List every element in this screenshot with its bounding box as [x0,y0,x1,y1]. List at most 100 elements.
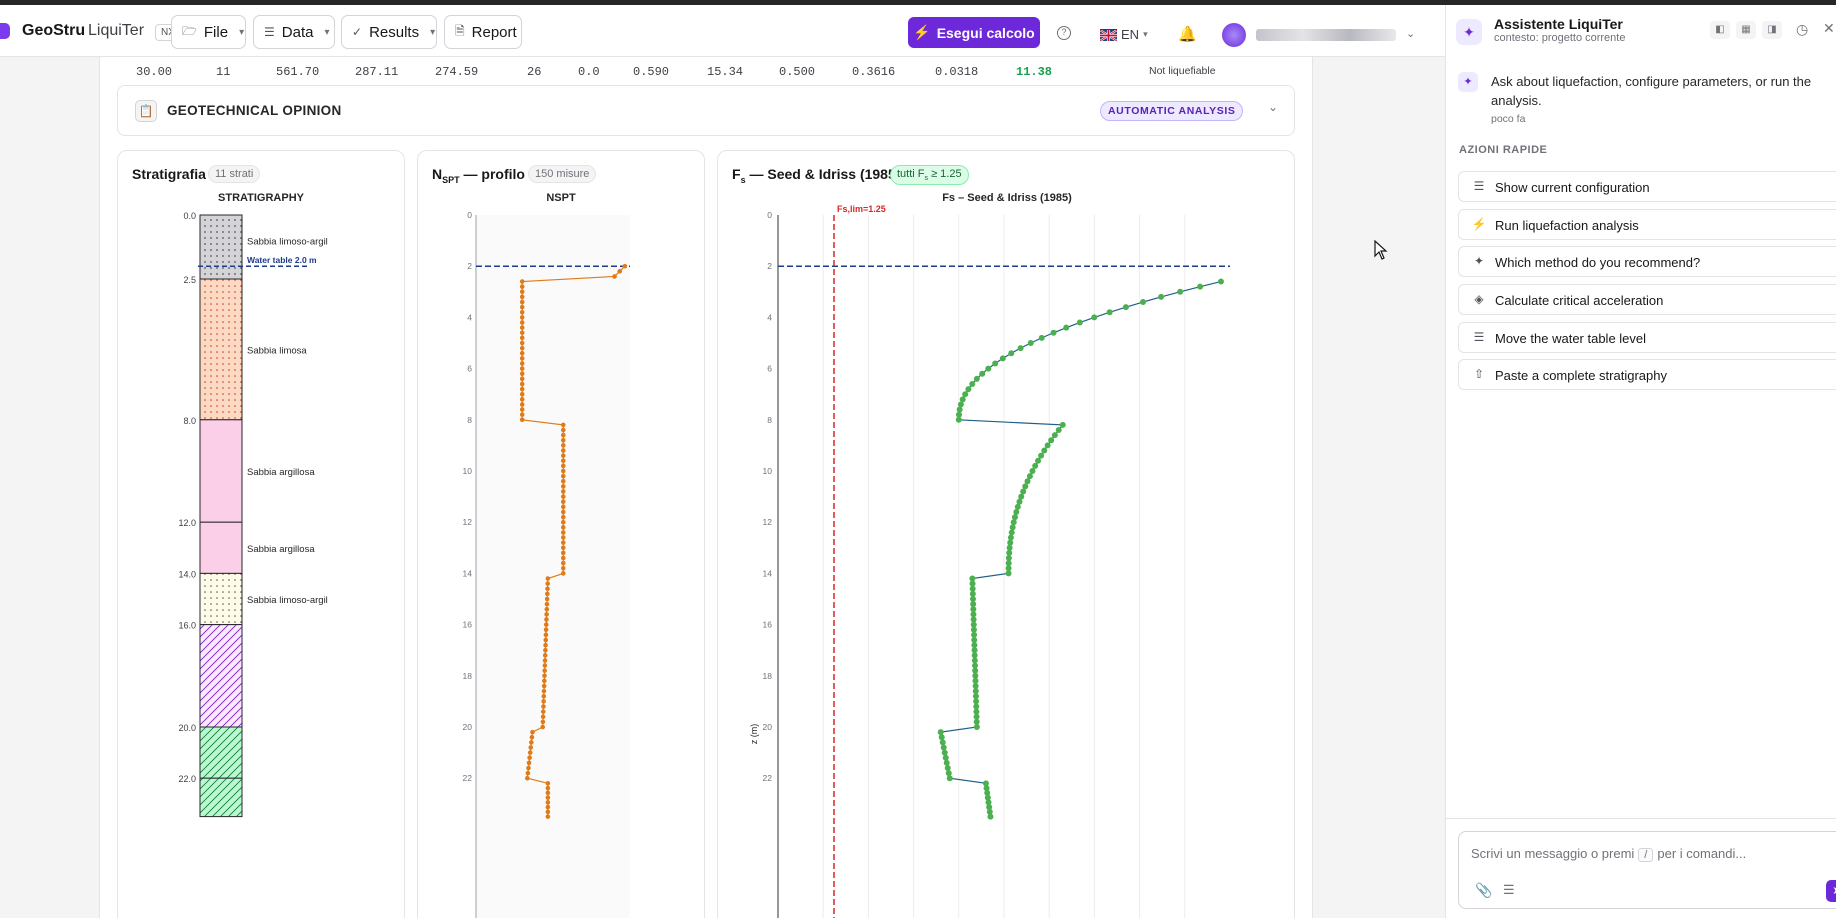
fs-y-tick-label: 12 [763,517,773,527]
nspt-point [525,770,531,776]
status-text: Not liquefiable [1149,65,1216,77]
bell-icon[interactable]: 🔔 [1178,25,1197,43]
avatar[interactable] [1222,23,1246,47]
fs-y-axis-label: z (m) [749,724,759,745]
nspt-point [560,422,566,428]
quick-action-show-configuration[interactable]: ☰ Show current configuration › [1458,171,1836,202]
nspt-point [542,673,547,679]
report-label: Report [471,23,517,41]
quick-action-paste-stratigraphy[interactable]: ⇧ Paste a complete stratigraphy › [1458,359,1836,390]
quick-action-label: Paste a complete stratigraphy [1495,368,1667,383]
strat-depth-label: 14.0 [178,569,196,579]
nspt-y-tick-label: 8 [467,415,472,425]
nspt-point [519,397,525,402]
composer-divider [1446,818,1836,819]
nspt-y-tick-label: 10 [463,466,473,476]
fs-point [972,693,979,700]
nspt-point [541,688,547,694]
nspt-point [560,432,566,438]
fs-point [973,703,980,710]
nspt-point [519,320,525,325]
fs-limit-label: Fs,lim=1.25 [837,204,886,214]
layout-right-icon[interactable]: ◨ [1762,21,1782,39]
nspt-point [519,284,525,289]
history-icon[interactable]: ◷ [1796,21,1808,38]
quick-action-critical-acceleration[interactable]: ◈ Calculate critical acceleration › [1458,284,1836,315]
fs-point [970,601,977,608]
table-cell: 0.0318 [935,65,979,79]
help-icon[interactable]: ? [1057,26,1071,40]
quick-action-label: Run liquefaction analysis [1495,218,1639,233]
strat-layer-label: Sabbia argillosa [247,544,315,555]
fs-point [972,667,979,674]
fs-point [970,616,977,623]
nspt-point [519,417,525,423]
table-cell-fs: 11.38 [1016,65,1053,79]
fs-point [972,688,979,695]
data-menu-button[interactable]: ☰ Data ▾ [253,15,335,49]
fs-point [965,386,972,393]
nspt-point [519,335,525,341]
nspt-point [519,289,525,295]
quick-action-label: Calculate critical acceleration [1495,293,1664,308]
nspt-point [527,750,533,755]
results-menu-button[interactable]: ✓ Results ▾ [341,15,437,49]
layout-table-icon[interactable]: ▦ [1736,21,1756,39]
nspt-point [545,785,551,791]
geotechnical-opinion-section[interactable]: 📋 GEOTECHNICAL OPINION AUTOMATIC ANALYSI… [117,85,1295,136]
quick-action-run-analysis[interactable]: ⚡ Run liquefaction analysis › [1458,209,1836,240]
logo-icon [0,23,10,39]
strat-layer-label: Sabbia limoso-argil [247,595,328,606]
quick-action-recommend-method[interactable]: ✦ Which method do you recommend? › [1458,246,1836,277]
run-calculation-button[interactable]: ⚡ Esegui calcolo [908,17,1040,48]
fs-y-tick-label: 22 [763,773,773,783]
report-button[interactable]: 🗎 Report [444,15,522,49]
sparkle-icon: ✦ [1473,254,1485,268]
table-cell: 0.3616 [852,65,896,79]
document-icon: 🗎 [455,23,465,38]
nspt-point [530,729,535,735]
nspt-point [560,473,566,479]
fs-point [957,401,964,408]
table-cell: 30.00 [136,65,173,79]
fs-panel: Fs — Seed & Idriss (1985) tutti Fs ≥ 1.2… [717,150,1295,918]
nspt-point [560,525,566,530]
nspt-point [519,376,525,382]
chevron-down-icon[interactable]: ⌄ [1268,100,1278,114]
chevron-down-icon[interactable]: ⌄ [1406,27,1415,40]
fs-point [956,406,963,413]
layers-icon[interactable]: ☰ [1503,882,1515,898]
message-composer[interactable]: Scrivi un messaggio o premi / per i comand… [1458,831,1836,909]
nspt-point [560,463,566,469]
fs-point [946,775,953,782]
fs-point [1076,319,1083,326]
close-icon[interactable]: ✕ [1823,20,1835,37]
user-name-blurred[interactable] [1256,29,1396,41]
language-selector[interactable]: EN ▾ [1099,27,1148,42]
quick-action-label: Which method do you recommend? [1495,255,1701,270]
nspt-point [540,724,546,730]
water-table-label: Water table 2.0 m [247,255,317,265]
fs-point [972,662,979,669]
nspt-point [519,386,525,392]
strat-layer [199,572,243,626]
fs-point [1197,283,1204,290]
send-button[interactable]: ➤ [1826,880,1836,902]
nspt-point [542,658,548,663]
file-menu-button[interactable]: 🗁 File ▾ [171,15,246,49]
layout-left-icon[interactable]: ◧ [1710,21,1730,39]
fs-point [971,631,978,638]
fs-point [1011,514,1018,521]
lightning-icon: ⚡ [1471,217,1487,231]
nspt-point [560,494,566,499]
nspt-point [519,412,525,417]
fs-point [973,375,980,382]
fs-point [1005,570,1012,577]
nspt-point [545,781,551,786]
paperclip-icon[interactable]: 📎 [1475,882,1492,899]
quick-action-label: Move the water table level [1495,331,1647,346]
quick-action-move-water-table[interactable]: ☰ Move the water table level › [1458,322,1836,353]
upload-icon: ⇧ [1473,367,1485,381]
file-menu-label: File [203,23,229,41]
fs-point [1014,503,1021,510]
